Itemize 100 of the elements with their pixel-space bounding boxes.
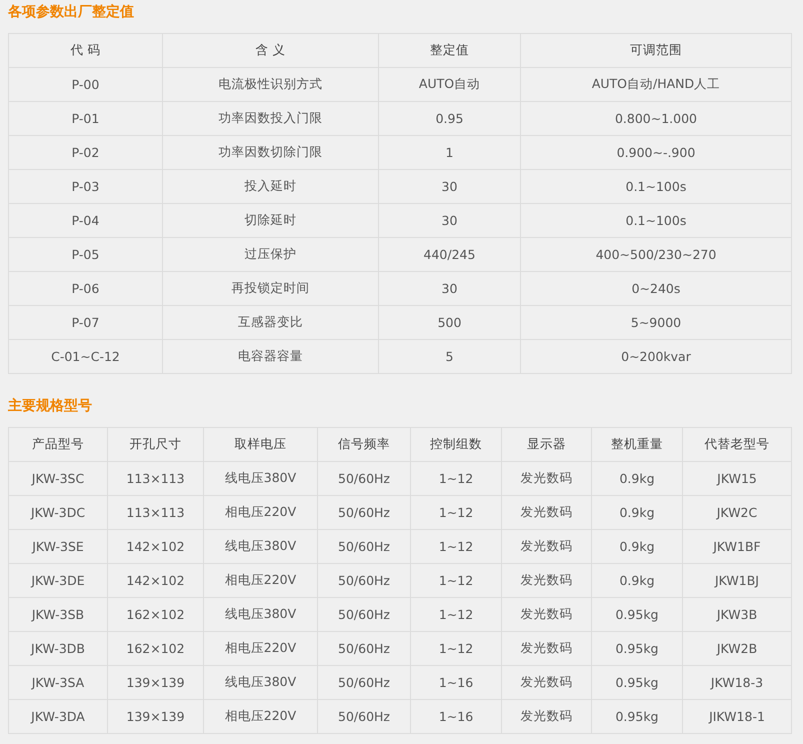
table-cell: 发光数码 [502,496,592,530]
column-header: 信号频率 [318,428,410,462]
table-cell: P-06 [8,272,162,306]
table-cell: 发光数码 [502,632,592,666]
table-cell: JKW1BJ [682,564,792,598]
table-cell: 线电压380V [204,462,318,496]
table-cell: 139×139 [108,700,204,734]
table-cell: 相电压220V [204,700,318,734]
column-header: 可调范围 [520,34,792,68]
table-cell: JKW18-3 [682,666,792,700]
table-cell: 162×102 [108,632,204,666]
column-header: 产品型号 [8,428,108,462]
table-cell: 0.9kg [592,496,682,530]
table-cell: 500 [378,306,520,340]
table-cell: 发光数码 [502,598,592,632]
table-cell: 0.900~-.900 [520,136,792,170]
table-cell: P-01 [8,102,162,136]
table-cell: 相电压220V [204,496,318,530]
table-cell: P-02 [8,136,162,170]
table-cell: 440/245 [378,238,520,272]
table-cell: 线电压380V [204,666,318,700]
table-cell: P-03 [8,170,162,204]
table-cell: 0.95kg [592,632,682,666]
table-cell: AUTO自动 [378,68,520,102]
table-cell: 1~12 [410,462,502,496]
table-cell: 0.9kg [592,564,682,598]
table-cell: P-04 [8,204,162,238]
table-cell: 30 [378,272,520,306]
table-cell: JKW1BF [682,530,792,564]
section-title: 主要规格型号 [8,396,92,416]
table-cell: 113×113 [108,496,204,530]
table-cell: 50/60Hz [318,666,410,700]
table-cell: JIKW18-1 [682,700,792,734]
table-cell: JKW-3DA [8,700,108,734]
table-cell: 0.1~100s [520,204,792,238]
table-cell: P-05 [8,238,162,272]
table-cell: 50/60Hz [318,598,410,632]
table-cell: 1~12 [410,598,502,632]
table-cell: 功率因数投入门限 [162,102,378,136]
section-title: 各项参数出厂整定值 [8,2,134,22]
table-cell: 1~16 [410,666,502,700]
table-cell: 1 [378,136,520,170]
table-cell: 相电压220V [204,564,318,598]
table-cell: 发光数码 [502,462,592,496]
table-cell: 0.95kg [592,598,682,632]
table-cell: 互感器变比 [162,306,378,340]
table-cell: C-01~C-12 [8,340,162,374]
table-cell: 1~12 [410,496,502,530]
table-cell: JKW-3DB [8,632,108,666]
table-cell: 0.9kg [592,462,682,496]
table-cell: 50/60Hz [318,496,410,530]
table-cell: 电容器容量 [162,340,378,374]
table-cell: 再投锁定时间 [162,272,378,306]
table-cell: 功率因数切除门限 [162,136,378,170]
column-header: 显示器 [502,428,592,462]
column-header: 整定值 [378,34,520,68]
table-cell: 50/60Hz [318,632,410,666]
table-cell: JKW3B [682,598,792,632]
table-cell: 30 [378,170,520,204]
table-cell: JKW15 [682,462,792,496]
table-cell: JKW2C [682,496,792,530]
table-cell: 0.95kg [592,700,682,734]
table-cell: 400~500/230~270 [520,238,792,272]
table-cell: 线电压380V [204,530,318,564]
table-cell: 发光数码 [502,530,592,564]
table-cell: 投入延时 [162,170,378,204]
table-cell: 30 [378,204,520,238]
table-cell: 5 [378,340,520,374]
column-header: 控制组数 [410,428,502,462]
table-cell: JKW-3DE [8,564,108,598]
table-cell: JKW-3SB [8,598,108,632]
column-header: 开孔尺寸 [108,428,204,462]
table-cell: JKW-3SA [8,666,108,700]
table-cell: 5~9000 [520,306,792,340]
table-cell: 0.9kg [592,530,682,564]
table-cell: 线电压380V [204,598,318,632]
column-header: 整机重量 [592,428,682,462]
column-header: 代 码 [8,34,162,68]
table-cell: 切除延时 [162,204,378,238]
column-header: 取样电压 [204,428,318,462]
table-cell: 50/60Hz [318,530,410,564]
column-header: 含 义 [162,34,378,68]
table-cell: P-00 [8,68,162,102]
table-cell: JKW-3DC [8,496,108,530]
table-cell: 0~240s [520,272,792,306]
table-cell: 50/60Hz [318,700,410,734]
table-cell: 1~12 [410,632,502,666]
table-cell: 142×102 [108,564,204,598]
table-cell: 相电压220V [204,632,318,666]
table-cell: 过压保护 [162,238,378,272]
table-cell: 50/60Hz [318,564,410,598]
table-cell: 1~16 [410,700,502,734]
table-cell: 142×102 [108,530,204,564]
table-cell: 0.800~1.000 [520,102,792,136]
table-cell: 1~12 [410,530,502,564]
table-cell: 0.1~100s [520,170,792,204]
table-cell: 113×113 [108,462,204,496]
table-cell: 电流极性识别方式 [162,68,378,102]
table-cell: 发光数码 [502,564,592,598]
table-cell: 发光数码 [502,666,592,700]
